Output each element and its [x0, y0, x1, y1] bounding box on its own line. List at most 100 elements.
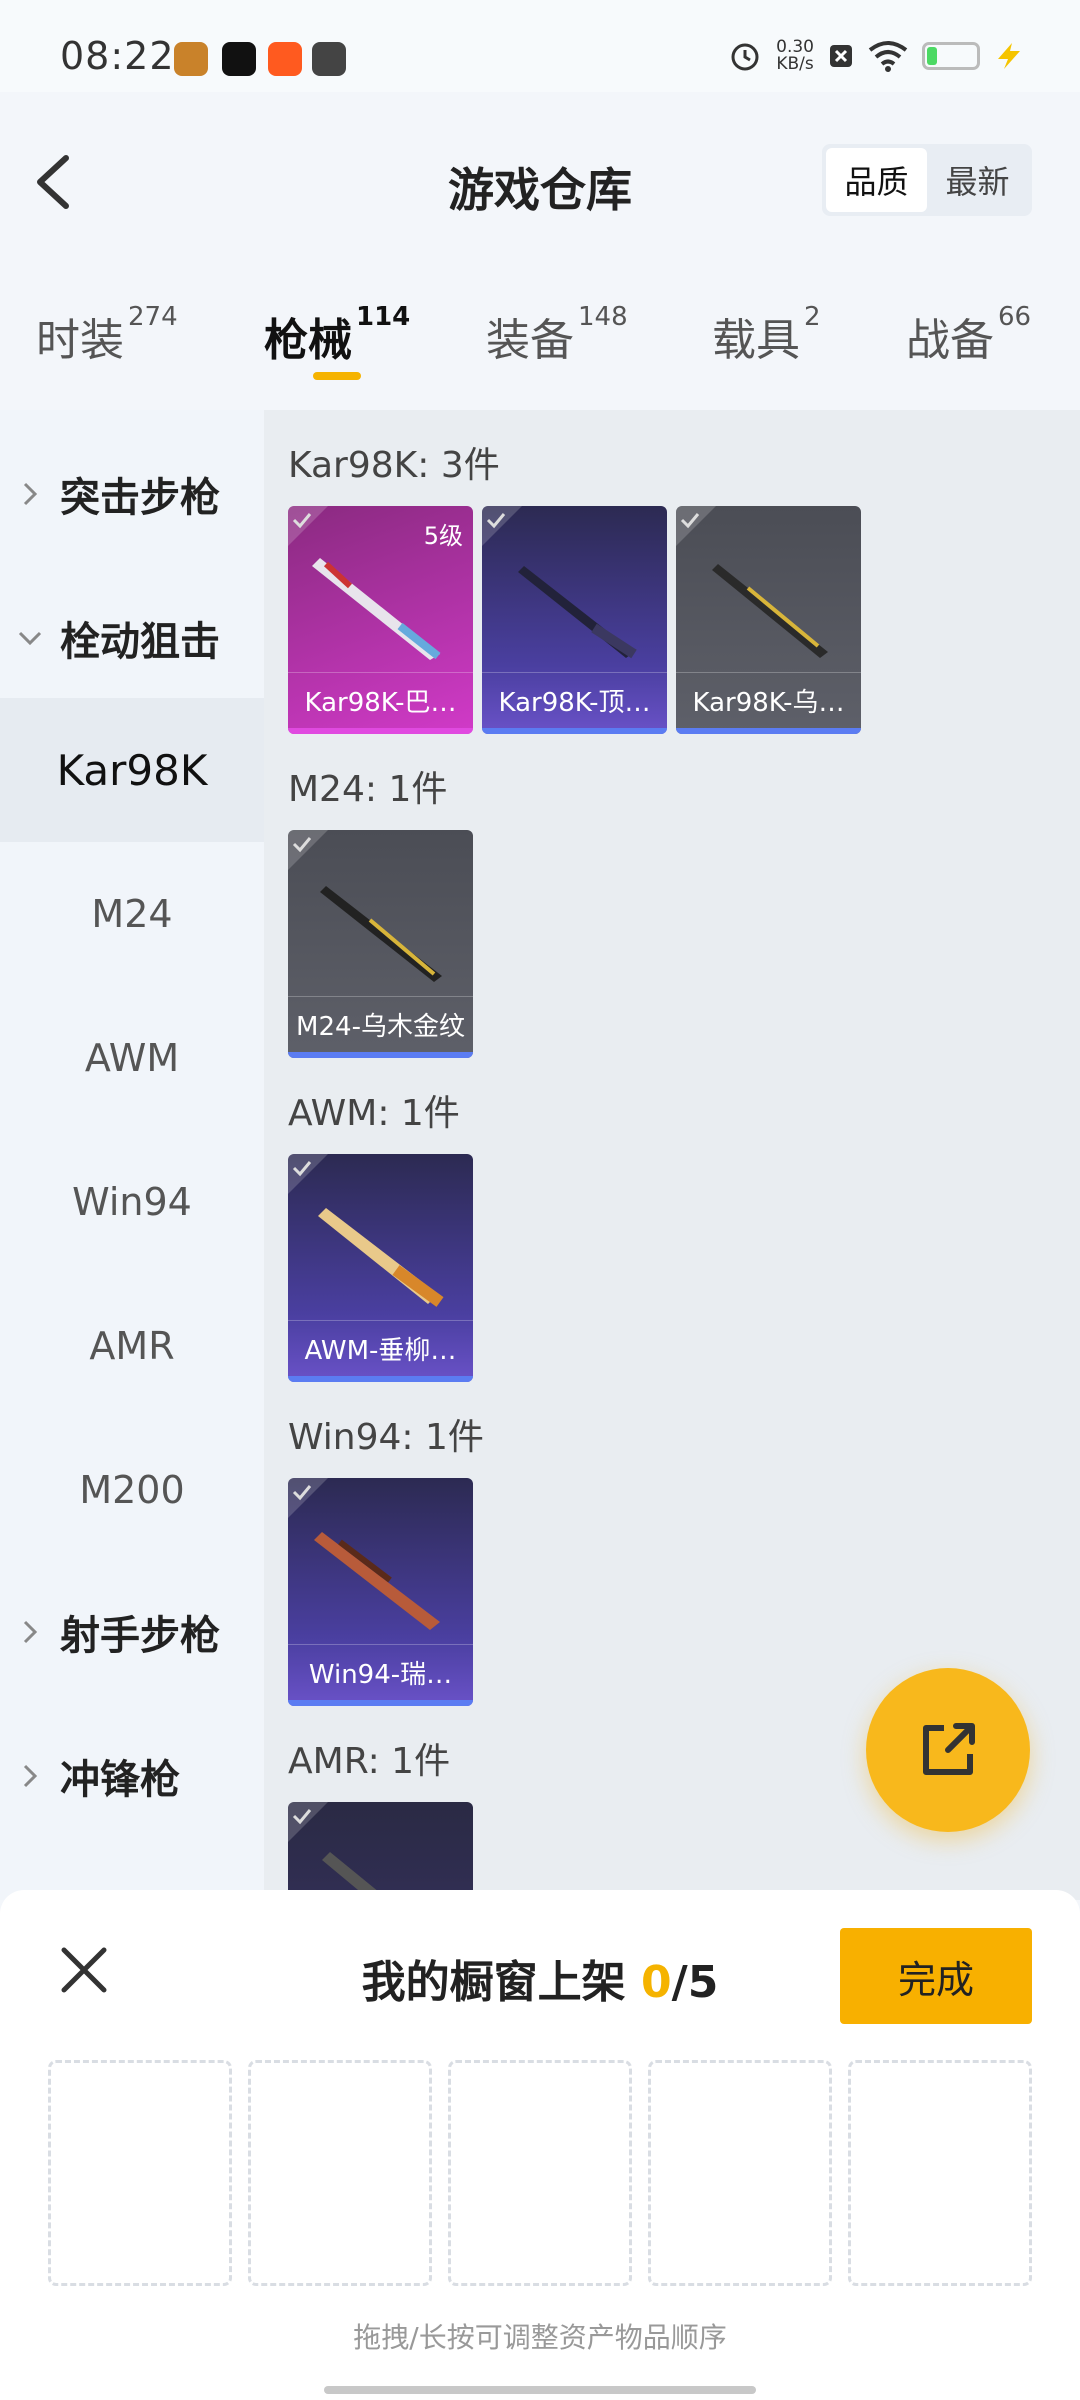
tab-label: 战备: [906, 315, 994, 366]
rarity-bar: [288, 1376, 473, 1382]
showcase-slot[interactable]: [448, 2060, 632, 2286]
video-app-icon: [268, 42, 302, 76]
tab-label: 时装: [36, 315, 124, 366]
item-name: Kar98K-巴…: [288, 672, 473, 728]
sidebar-item-label: 突击步枪: [60, 475, 220, 521]
rarity-bar: [676, 728, 861, 734]
item-name: AWM-垂柳…: [288, 1320, 473, 1376]
sim-off-icon: [830, 45, 852, 67]
item-card[interactable]: Kar98K-顶…: [482, 506, 667, 734]
sidebar-item-marksman-rifles[interactable]: 射手步枪: [0, 1560, 264, 1704]
done-button[interactable]: 完成: [840, 1928, 1032, 2024]
active-tab-indicator: [313, 372, 361, 380]
tab-label: 装备: [486, 315, 574, 366]
sidebar-item-label: 栓动狙击: [60, 619, 220, 665]
battery-icon: [922, 42, 980, 70]
showcase-title-text: 我的橱窗上架: [361, 1957, 626, 2008]
sidebar-item-m24[interactable]: M24: [0, 842, 264, 986]
checkmark-icon[interactable]: [676, 506, 716, 546]
group-title-awm: AWM: 1件: [288, 1093, 460, 1134]
tab-supplies[interactable]: 战备 66: [906, 302, 1032, 368]
sort-by-newest-button[interactable]: 最新: [927, 148, 1028, 212]
chevron-right-icon: [23, 1620, 38, 1644]
header: 游戏仓库 品质 最新: [0, 92, 1080, 272]
item-card[interactable]: 5级 Kar98K-巴…: [288, 506, 473, 734]
showcase-slot[interactable]: [848, 2060, 1032, 2286]
rarity-bar: [288, 1052, 473, 1058]
item-card[interactable]: Win94-瑞…: [288, 1478, 473, 1706]
tab-vehicles[interactable]: 载具 2: [712, 302, 821, 368]
message-app-icon: [312, 42, 346, 76]
item-name: Kar98K-乌…: [676, 672, 861, 728]
showcase-slot[interactable]: [248, 2060, 432, 2286]
chevron-right-icon: [23, 482, 38, 506]
tab-count: 114: [356, 302, 411, 332]
sidebar-item-kar98k[interactable]: Kar98K: [0, 698, 264, 842]
checkmark-icon[interactable]: [288, 1478, 328, 1518]
showcase-slot[interactable]: [48, 2060, 232, 2286]
item-name: M24-乌木金纹: [288, 996, 473, 1052]
sidebar-item-label: 射手步枪: [60, 1613, 220, 1659]
home-indicator[interactable]: [324, 2386, 756, 2394]
item-card[interactable]: [288, 1802, 473, 1900]
net-speed: 0.30 KB/s: [776, 39, 814, 73]
wifi-icon: [868, 41, 908, 72]
tab-firearms[interactable]: 枪械 114: [264, 302, 411, 368]
sidebar-item-awm[interactable]: AWM: [0, 986, 264, 1130]
reorder-hint: 拖拽/长按可调整资产物品顺序: [353, 2321, 727, 2354]
checkmark-icon[interactable]: [482, 506, 522, 546]
checkmark-icon[interactable]: [288, 506, 328, 546]
checkmark-icon[interactable]: [288, 1154, 328, 1194]
rifle-image: [314, 1532, 440, 1630]
tab-outfits[interactable]: 时装 274: [36, 302, 178, 368]
tab-count: 66: [998, 302, 1032, 332]
music-app-icon: [222, 42, 256, 76]
category-tabs: 时装 274 枪械 114 装备 148 载具 2 战备 66: [0, 272, 1080, 410]
tab-count: 148: [578, 302, 628, 332]
chevron-right-icon: [23, 1764, 38, 1788]
sidebar-item-assault-rifles[interactable]: 突击步枪: [0, 422, 264, 566]
rifle-image: [712, 564, 828, 658]
sidebar-item-win94[interactable]: Win94: [0, 1130, 264, 1274]
group-title-m24: M24: 1件: [288, 769, 448, 810]
rarity-bar: [288, 728, 473, 734]
weapon-category-sidebar: 突击步枪 栓动狙击 Kar98K M24 AWM Win94 AMR M200 …: [0, 410, 264, 1900]
group-title-kar98k: Kar98K: 3件: [288, 445, 500, 486]
checkmark-icon[interactable]: [288, 1802, 328, 1842]
share-fab-button[interactable]: [866, 1668, 1030, 1832]
item-card[interactable]: Kar98K-乌…: [676, 506, 861, 734]
sidebar-item-label: 冲锋枪: [60, 1757, 180, 1803]
checkmark-icon[interactable]: [288, 830, 328, 870]
sidebar-item-bolt-action-snipers[interactable]: 栓动狙击: [0, 566, 264, 710]
sidebar-item-m200[interactable]: M200: [0, 1418, 264, 1562]
tab-equipment[interactable]: 装备 148: [486, 302, 628, 368]
sort-by-quality-button[interactable]: 品质: [826, 148, 927, 212]
rifle-image: [312, 558, 441, 660]
alarm-icon: [731, 43, 759, 71]
showcase-slot[interactable]: [648, 2060, 832, 2286]
item-card[interactable]: AWM-垂柳…: [288, 1154, 473, 1382]
net-speed-unit: KB/s: [776, 54, 814, 74]
rifle-image: [518, 566, 637, 659]
tab-count: 2: [804, 302, 821, 332]
status-right: 0.30 KB/s: [728, 36, 1024, 76]
rifle-image: [320, 886, 442, 982]
item-name: Kar98K-顶…: [482, 672, 667, 728]
charging-icon: [998, 43, 1020, 69]
tab-label: 枪械: [264, 315, 352, 366]
sort-toggle: 品质 最新: [822, 144, 1032, 216]
rarity-bar: [482, 728, 667, 734]
group-title-win94: Win94: 1件: [288, 1417, 484, 1458]
item-card[interactable]: M24-乌木金纹: [288, 830, 473, 1058]
tab-count: 274: [128, 302, 178, 332]
rarity-bar: [288, 1700, 473, 1706]
status-bar: 08:22 0.30 KB/s: [0, 0, 1080, 92]
group-title-amr: AMR: 1件: [288, 1741, 451, 1782]
showcase-count: 0: [641, 1957, 672, 2008]
sidebar-item-smgs[interactable]: 冲锋枪: [0, 1704, 264, 1848]
sidebar-item-amr[interactable]: AMR: [0, 1274, 264, 1418]
tab-label: 载具: [712, 315, 800, 366]
rifle-image: [318, 1208, 444, 1307]
item-name: Win94-瑞…: [288, 1644, 473, 1700]
status-time: 08:22: [60, 34, 175, 78]
